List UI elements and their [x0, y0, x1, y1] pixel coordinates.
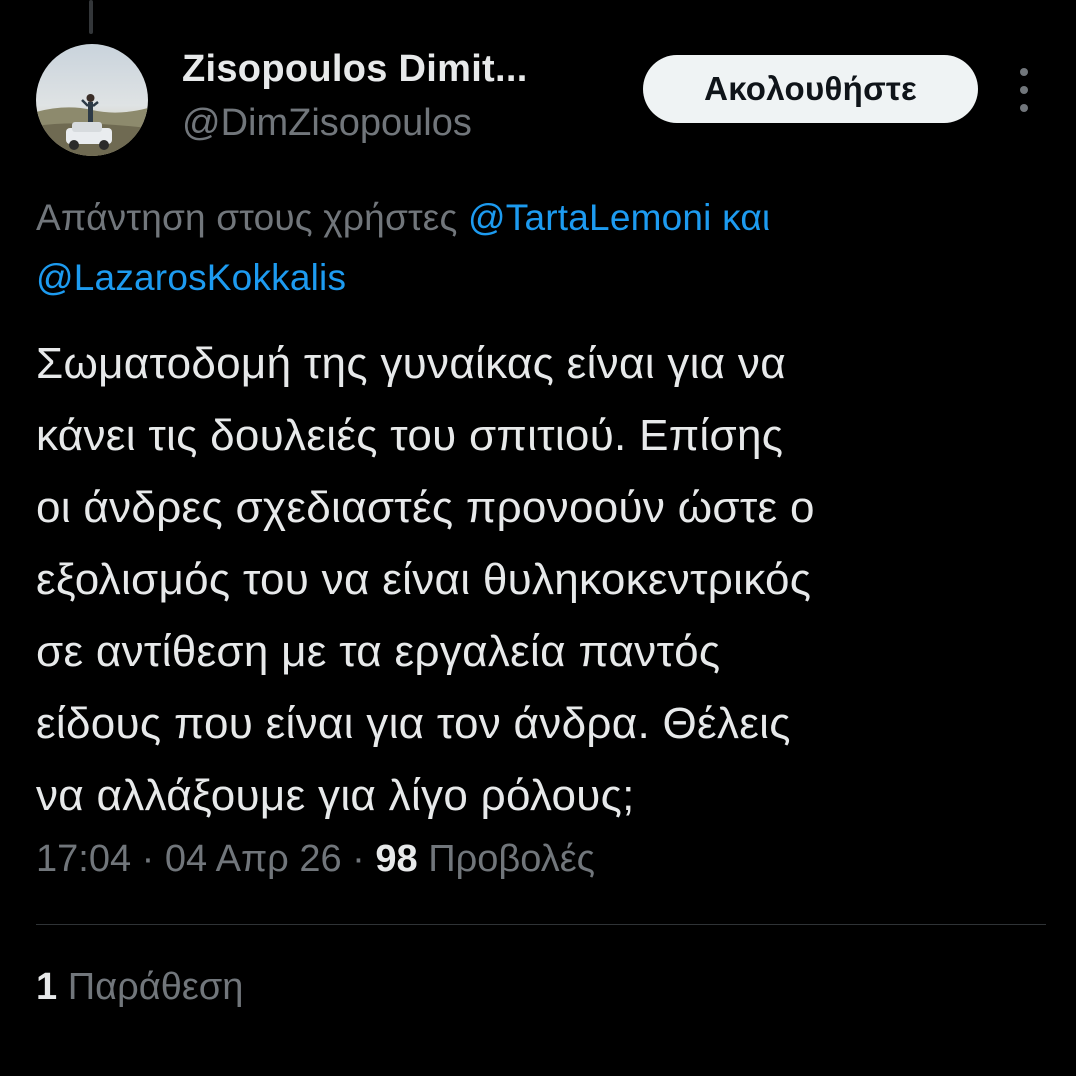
meta-separator: ·	[141, 838, 155, 880]
tweet-date[interactable]: 04 Απρ 26	[165, 838, 342, 880]
more-vertical-icon[interactable]	[1006, 68, 1042, 112]
avatar[interactable]	[36, 44, 148, 156]
reply-context-connector: και	[722, 197, 771, 238]
meta-separator: ·	[352, 838, 365, 880]
mention-link-tartalemoni[interactable]: @TartaLemoni	[468, 197, 712, 238]
mention-link-lazaroskokkalis[interactable]: @LazarosKokkalis	[36, 257, 346, 298]
views-count: 98	[375, 838, 418, 880]
quotes-count: 1	[36, 966, 58, 1008]
tweet-text-line: να αλλάξουμε για λίγο ρόλους;	[36, 771, 635, 820]
avatar-photo-icon	[36, 44, 148, 156]
tweet-meta: 17:04 · 04 Απρ 26 · 98 Προβολές	[36, 838, 595, 881]
tweet-text-line: εξολισμός του να είναι θυληκοκεντρικός	[36, 555, 812, 604]
tweet-text: Σωματοδομή της γυναίκας είναι για να κάν…	[36, 328, 1056, 832]
follow-button[interactable]: Ακολουθήστε	[643, 55, 978, 123]
quotes-label: Παράθεση	[67, 966, 244, 1008]
more-dot	[1020, 104, 1028, 112]
tweet-text-line: κάνει τις δουλειές του σπιτιού. Επίσης	[36, 411, 784, 460]
tweet-time[interactable]: 17:04	[36, 838, 131, 880]
tweet-text-line: Σωματοδομή της γυναίκας είναι για να	[36, 339, 786, 388]
reply-context: Απάντηση στους χρήστες @TartaLemoni και …	[36, 188, 1046, 308]
tweet-text-line: οι άνδρες σχεδιαστές προνοούν ώστε ο	[36, 483, 815, 532]
reply-context-prefix: Απάντηση στους χρήστες	[36, 197, 458, 238]
thread-connector-line	[89, 0, 93, 34]
author-handle[interactable]: @DimZisopoulos	[182, 102, 472, 145]
author-display-name[interactable]: Zisopoulos Dimit...	[182, 48, 528, 91]
views-label: Προβολές	[428, 838, 595, 880]
more-dot	[1020, 68, 1028, 76]
more-dot	[1020, 86, 1028, 94]
quotes-link[interactable]: 1 Παράθεση	[36, 966, 243, 1009]
tweet-text-line: σε αντίθεση με τα εργαλεία παντός	[36, 627, 721, 676]
tweet-text-line: είδους που είναι για τον άνδρα. Θέλεις	[36, 699, 791, 748]
divider	[36, 924, 1046, 925]
